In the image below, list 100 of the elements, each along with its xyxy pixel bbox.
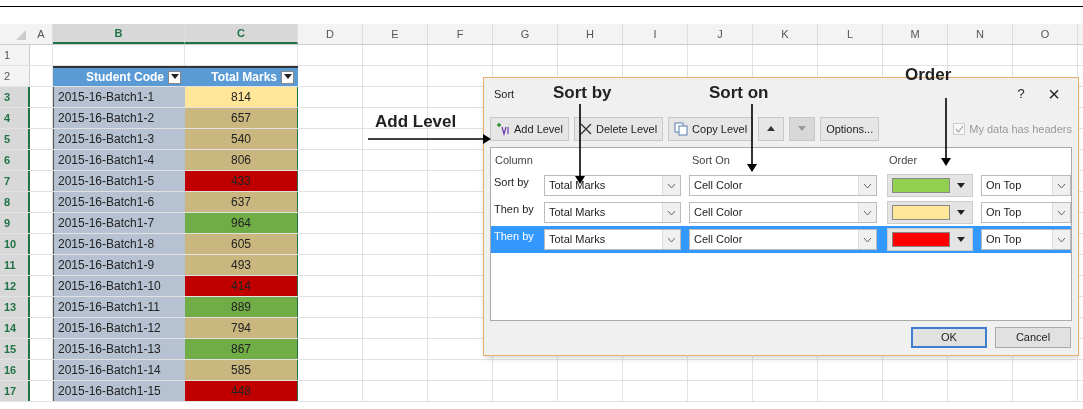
sort-level-row[interactable]: Sort by Total Marks Cell Color On Top — [491, 172, 1071, 199]
table-cell: 814 — [185, 87, 298, 107]
column-header[interactable]: C — [185, 24, 298, 44]
down-arrow-icon — [798, 126, 807, 132]
row-number[interactable]: 15 — [0, 339, 30, 359]
up-arrow-icon — [767, 126, 776, 132]
position-dropdown[interactable]: On Top — [981, 175, 1071, 196]
column-header[interactable]: L — [818, 24, 883, 44]
column-header[interactable]: N — [948, 24, 1013, 44]
column-header[interactable]: E — [363, 24, 428, 44]
column-header[interactable]: J — [688, 24, 753, 44]
column-header[interactable]: K — [753, 24, 818, 44]
color-dropdown[interactable] — [887, 201, 973, 224]
chevron-icon — [863, 182, 872, 189]
table-cell: 2015-16-Batch1-4 — [53, 150, 185, 170]
caret-icon — [283, 74, 292, 80]
copy-icon — [674, 122, 689, 136]
table-cell: 794 — [185, 318, 298, 338]
dialog-title: Sort — [494, 86, 515, 102]
column-dropdown[interactable]: Total Marks — [544, 175, 681, 196]
annotation-arrow — [941, 97, 951, 166]
annotation-label: Add Level — [375, 111, 457, 133]
column-label: Order — [888, 152, 918, 168]
table-cell: 433 — [185, 171, 298, 191]
color-dropdown[interactable] — [887, 174, 973, 197]
close-button[interactable]: × — [1036, 84, 1072, 104]
filter-button[interactable] — [281, 70, 294, 84]
delete-button[interactable]: Delete Level — [573, 117, 664, 141]
row-number[interactable]: 17 — [0, 381, 30, 401]
table-cell: 2015-16-Batch1-15 — [53, 381, 185, 401]
row-number[interactable]: 1 — [0, 45, 30, 65]
row-number[interactable]: 8 — [0, 192, 30, 212]
annotation-label: Sort on — [709, 82, 769, 104]
row-number[interactable]: 4 — [0, 108, 30, 128]
level-label: Then by — [493, 229, 535, 244]
column-header[interactable]: I — [623, 24, 688, 44]
add-button[interactable]: Add Level — [490, 117, 569, 141]
sort-on-dropdown[interactable]: Cell Color — [689, 175, 877, 196]
annotation-label: Sort by — [553, 82, 612, 104]
table-cell: 806 — [185, 150, 298, 170]
caret-icon — [957, 182, 965, 189]
sort-add-icon — [496, 122, 510, 136]
position-dropdown[interactable]: On Top — [981, 229, 1071, 250]
column-header[interactable]: M — [883, 24, 948, 44]
table-cell: 964 — [185, 213, 298, 233]
table-cell: 414 — [185, 276, 298, 296]
filter-button[interactable] — [168, 70, 181, 84]
table-cell: 2015-16-Batch1-13 — [53, 339, 185, 359]
cancel-button[interactable]: Cancel — [995, 327, 1071, 348]
column-label: Sort On — [691, 152, 731, 168]
sort-level-row[interactable]: Then by Total Marks Cell Color On Top — [491, 199, 1071, 226]
color-dropdown[interactable] — [887, 228, 973, 251]
column-header[interactable]: D — [298, 24, 363, 44]
table-cell: 2015-16-Batch1-11 — [53, 297, 185, 317]
table-cell: 2015-16-Batch1-7 — [53, 213, 185, 233]
column-dropdown[interactable]: Total Marks — [544, 202, 681, 223]
chevron-icon — [667, 236, 676, 243]
row-number[interactable]: 9 — [0, 213, 30, 233]
table-cell: 448 — [185, 381, 298, 401]
column-header[interactable]: F — [428, 24, 493, 44]
column-header[interactable]: H — [558, 24, 623, 44]
annotation-arrow — [747, 103, 757, 172]
checkmark-icon — [954, 125, 964, 133]
row-number[interactable]: 14 — [0, 318, 30, 338]
table-cell: 2015-16-Batch1-3 — [53, 129, 185, 149]
row-number[interactable]: 7 — [0, 171, 30, 191]
column-header[interactable]: O — [1013, 24, 1078, 44]
row-number[interactable]: 2 — [0, 66, 30, 86]
help-button[interactable]: ? — [1006, 84, 1036, 104]
table-cell: 637 — [185, 192, 298, 212]
column-dropdown[interactable]: Total Marks — [544, 229, 681, 250]
table-cell: 2015-16-Batch1-1 — [53, 87, 185, 107]
table-cell: 2015-16-Batch1-8 — [53, 234, 185, 254]
level-label: Sort by — [493, 175, 530, 190]
chevron-icon — [1057, 209, 1066, 216]
sort-level-row[interactable]: Then by Total Marks Cell Color On Top — [491, 226, 1071, 253]
row-number[interactable]: 12 — [0, 276, 30, 296]
table-cell: 540 — [185, 129, 298, 149]
table-cell: 2015-16-Batch1-12 — [53, 318, 185, 338]
column-header[interactable]: G — [493, 24, 558, 44]
table-cell: 2015-16-Batch1-2 — [53, 108, 185, 128]
position-dropdown[interactable]: On Top — [981, 202, 1071, 223]
copy-button[interactable]: Copy Level — [668, 117, 754, 141]
sort-on-dropdown[interactable]: Cell Color — [689, 202, 877, 223]
options-button[interactable]: Options... — [820, 117, 880, 141]
row-number[interactable]: 13 — [0, 297, 30, 317]
up-button[interactable] — [758, 117, 785, 141]
row-number[interactable]: 10 — [0, 234, 30, 254]
sort-on-dropdown[interactable]: Cell Color — [689, 229, 877, 250]
column-header[interactable]: B — [53, 24, 185, 44]
row-number[interactable]: 5 — [0, 129, 30, 149]
chevron-icon — [1057, 236, 1066, 243]
column-label: Column — [494, 152, 534, 168]
row-number[interactable]: 11 — [0, 255, 30, 275]
level-label: Then by — [493, 202, 535, 217]
chevron-icon — [667, 209, 676, 216]
ok-button[interactable]: OK — [911, 327, 987, 348]
row-number[interactable]: 3 — [0, 87, 30, 107]
row-number[interactable]: 16 — [0, 360, 30, 380]
row-number[interactable]: 6 — [0, 150, 30, 170]
